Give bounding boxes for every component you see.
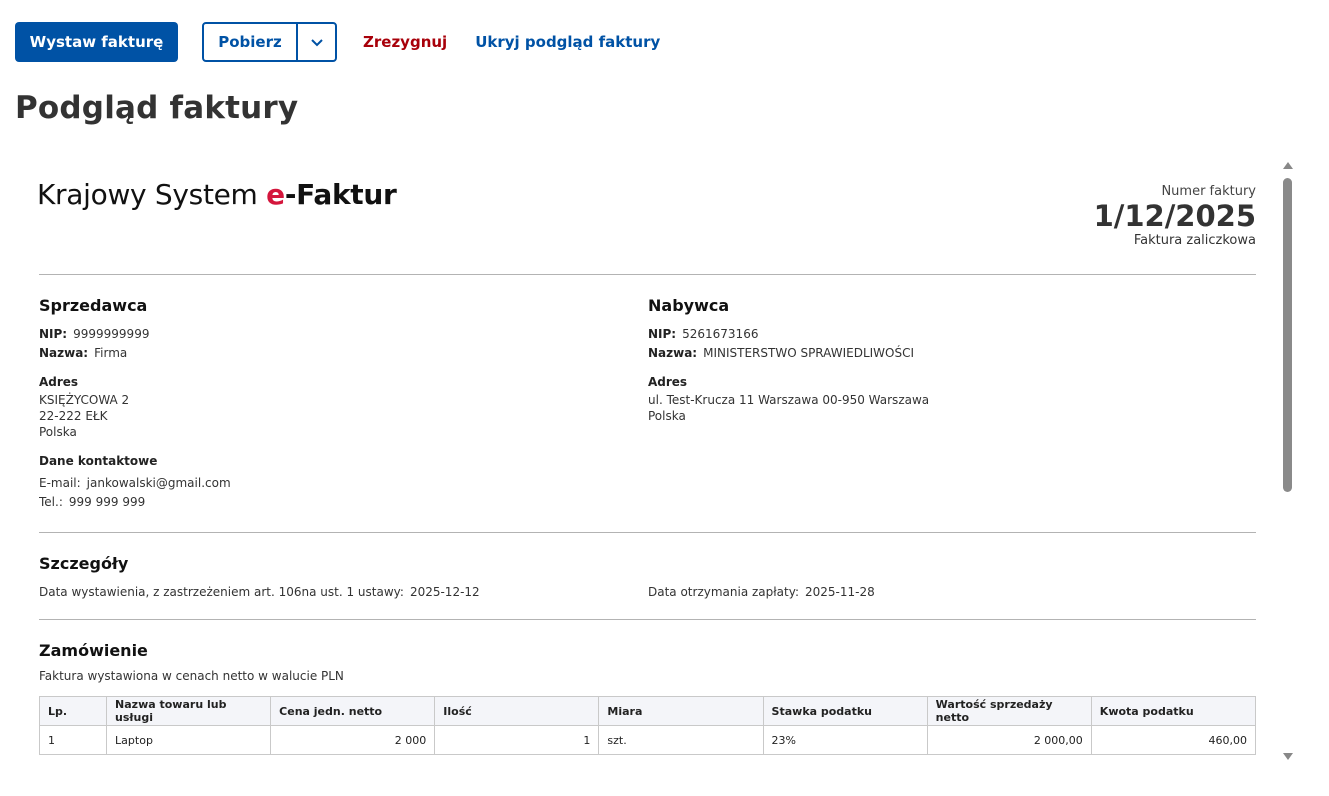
buyer-address-line2: Polska xyxy=(648,409,686,423)
brand-suffix: -Faktur xyxy=(284,178,397,211)
invoice-number-block: Numer faktury 1/12/2025 Faktura zaliczko… xyxy=(1094,184,1256,248)
table-header-row: Lp. Nazwa towaru lub usługi Cena jedn. n… xyxy=(39,696,1256,726)
order-note: Faktura wystawiona w cenach netto w walu… xyxy=(39,669,344,683)
buyer-nip-label: NIP: xyxy=(648,327,677,341)
issue-date-label: Data wystawienia, z zastrzeżeniem art. 1… xyxy=(39,585,404,599)
table-cell: Laptop xyxy=(106,725,272,755)
table-row: 1 Laptop 2 000 1 szt. 23% 2 000,00 460,0… xyxy=(39,725,1256,755)
divider xyxy=(39,274,1256,275)
seller-name-label: Nazwa: xyxy=(39,346,89,360)
table-cell: 23% xyxy=(762,725,928,755)
seller-address-line3: Polska xyxy=(39,425,77,439)
seller-nip: NIP: 9999999999 xyxy=(39,327,149,341)
details-title: Szczegóły xyxy=(39,554,129,573)
seller-contact-label: Dane kontaktowe xyxy=(39,454,158,468)
seller-phone: Tel.: 999 999 999 xyxy=(39,495,145,509)
buyer-nip: NIP: 5261673166 xyxy=(648,327,758,341)
seller-nip-label: NIP: xyxy=(39,327,68,341)
table-cell: 2 000,00 xyxy=(926,725,1092,755)
download-button[interactable]: Pobierz xyxy=(204,24,298,60)
seller-email-label: E-mail: xyxy=(39,476,81,490)
payment-date-label: Data otrzymania zapłaty: xyxy=(648,585,800,599)
seller-email-value: jankowalski@gmail.com xyxy=(86,476,231,490)
invoice-number: 1/12/2025 xyxy=(1093,199,1256,233)
seller-address-line1: KSIĘŻYCOWA 2 xyxy=(39,393,130,407)
brand-prefix: Krajowy System xyxy=(39,178,267,211)
scrollbar-thumb[interactable] xyxy=(1283,178,1292,492)
table-cell: 2 000 xyxy=(270,725,436,755)
column-header: Nazwa towaru lub usługi xyxy=(106,696,272,726)
invoice-type: Faktura zaliczkowa xyxy=(1133,233,1256,248)
seller-email: E-mail: jankowalski@gmail.com xyxy=(39,476,231,490)
issue-date: Data wystawienia, z zastrzeżeniem art. 1… xyxy=(39,585,480,599)
download-split-button: Pobierz xyxy=(202,22,337,62)
buyer-name: Nazwa: MINISTERSTWO SPRAWIEDLIWOŚCI xyxy=(648,346,914,360)
hide-preview-link[interactable]: Ukryj podgląd faktury xyxy=(475,33,660,51)
buyer-title: Nabywca xyxy=(648,296,730,315)
column-header: Cena jedn. netto xyxy=(270,696,436,726)
payment-date: Data otrzymania zapłaty: 2025-11-28 xyxy=(648,585,875,599)
seller-name-value: Firma xyxy=(94,346,128,360)
issue-invoice-button[interactable]: Wystaw fakturę xyxy=(15,22,178,62)
toolbar: Wystaw fakturę Pobierz Zrezygnuj Ukryj p… xyxy=(15,22,660,62)
seller-name: Nazwa: Firma xyxy=(39,346,127,360)
ksef-logo: Krajowy System e-Faktur xyxy=(39,178,397,211)
page-title: Podgląd faktury xyxy=(15,90,299,126)
column-header: Miara xyxy=(598,696,764,726)
column-header: Lp. xyxy=(39,696,108,726)
issue-date-value: 2025-12-12 xyxy=(409,585,480,599)
seller-phone-label: Tel.: xyxy=(39,495,63,509)
divider xyxy=(39,532,1256,533)
buyer-name-value: MINISTERSTWO SPRAWIEDLIWOŚCI xyxy=(703,346,915,360)
cancel-link[interactable]: Zrezygnuj xyxy=(363,33,447,51)
order-items-table: Lp. Nazwa towaru lub usługi Cena jedn. n… xyxy=(39,696,1256,755)
table-cell: szt. xyxy=(598,725,764,755)
divider xyxy=(39,619,1256,620)
seller-nip-value: 9999999999 xyxy=(73,327,150,341)
order-title: Zamówienie xyxy=(39,641,148,660)
seller-address-line2: 22-222 EŁK xyxy=(39,409,108,423)
payment-date-value: 2025-11-28 xyxy=(805,585,875,599)
table-cell: 460,00 xyxy=(1090,725,1256,755)
column-header: Ilość xyxy=(434,696,600,726)
column-header: Wartość sprzedaży netto xyxy=(926,696,1092,726)
seller-title: Sprzedawca xyxy=(39,296,148,315)
column-header: Stawka podatku xyxy=(762,696,928,726)
table-cell: 1 xyxy=(39,725,108,755)
scroll-down-arrow-icon[interactable] xyxy=(1283,753,1293,760)
buyer-nip-value: 5261673166 xyxy=(682,327,759,341)
brand-e: e xyxy=(266,178,285,211)
scroll-up-arrow-icon[interactable] xyxy=(1283,162,1293,169)
buyer-address-line1: ul. Test-Krucza 11 Warszawa 00-950 Warsz… xyxy=(648,393,930,407)
table-cell: 1 xyxy=(434,725,600,755)
buyer-address-label: Adres xyxy=(648,375,688,389)
buyer-name-label: Nazwa: xyxy=(648,346,698,360)
seller-address-label: Adres xyxy=(39,375,79,389)
chevron-down-icon xyxy=(310,38,323,46)
seller-phone-value: 999 999 999 xyxy=(68,495,146,509)
column-header: Kwota podatku xyxy=(1090,696,1256,726)
download-options-toggle[interactable] xyxy=(298,24,335,60)
preview-scrollbar[interactable] xyxy=(1282,162,1294,760)
invoice-number-label: Numer faktury xyxy=(1161,184,1256,199)
invoice-preview: Krajowy System e-Faktur Numer faktury 1/… xyxy=(39,160,1256,796)
